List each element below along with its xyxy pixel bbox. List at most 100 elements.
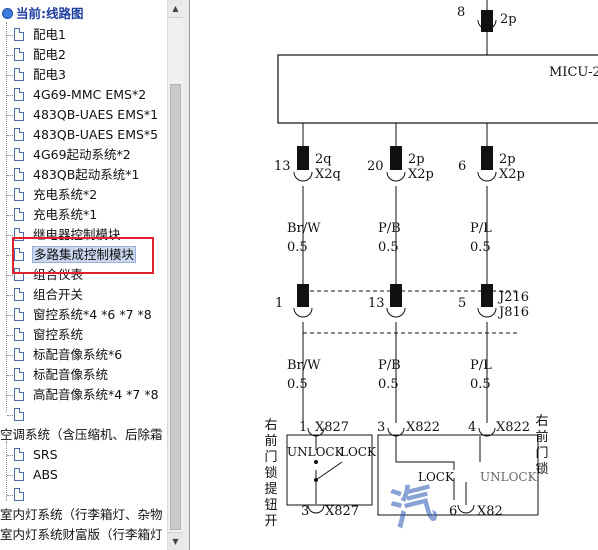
document-icon bbox=[14, 208, 24, 221]
tree-group[interactable]: 室内灯系统（行李箱灯、杂物 bbox=[0, 505, 163, 525]
switch-pin: 1 bbox=[299, 420, 308, 435]
scroll-thumb[interactable] bbox=[170, 84, 181, 530]
tree-group-label: 室内灯系统财富版（行李箱灯 bbox=[0, 527, 163, 542]
wire-color: Br/W bbox=[287, 358, 321, 373]
document-icon bbox=[14, 388, 24, 401]
junction-pin: 13 bbox=[368, 296, 385, 311]
top-pin-number: 8 bbox=[457, 5, 466, 20]
wire-color: Br/W bbox=[287, 221, 321, 236]
tree-item[interactable]: 窗控系统 bbox=[14, 325, 83, 345]
switch-conn: X822 bbox=[496, 420, 531, 435]
tree-item[interactable]: 高配音像系统*4 *7 *8 bbox=[14, 385, 159, 405]
document-icon bbox=[14, 368, 24, 381]
switch-conn: X822 bbox=[406, 420, 441, 435]
tree-item-label: 配电2 bbox=[33, 47, 66, 62]
tree-item[interactable]: 充电系统*1 bbox=[14, 205, 97, 225]
tree-item-label: 组合开关 bbox=[33, 287, 84, 302]
switch-bottom-conn: X827 bbox=[325, 504, 360, 519]
tree-item[interactable]: 483QB起动系统*1 bbox=[14, 165, 139, 185]
wire-gauge: 0.5 bbox=[378, 240, 399, 255]
junction-conn-b: J816 bbox=[499, 305, 530, 320]
pin-sub: X2p bbox=[408, 167, 434, 182]
right-switch-name: 右前门锁 bbox=[535, 414, 549, 477]
document-icon bbox=[14, 328, 24, 341]
document-icon bbox=[14, 88, 24, 101]
document-icon bbox=[14, 408, 24, 421]
tree-pane: 当前:线路图 配电1 配电2 配电3 4G69-MMC EMS*2 483QB-UAES… bbox=[0, 0, 167, 550]
tree-root[interactable]: 当前:线路图 bbox=[2, 4, 84, 24]
tree-item-label: 充电系统*1 bbox=[33, 207, 98, 222]
tree-item[interactable]: ABS bbox=[14, 465, 58, 485]
document-icon bbox=[14, 68, 24, 81]
junction-pin: 1 bbox=[275, 296, 284, 311]
document-icon bbox=[14, 308, 24, 321]
document-icon bbox=[14, 288, 24, 301]
tree-item-label: ABS bbox=[33, 467, 58, 482]
tree-item[interactable]: 组合开关 bbox=[14, 285, 83, 305]
document-icon bbox=[14, 488, 24, 501]
tree-item[interactable]: 配电3 bbox=[14, 65, 66, 85]
tree-item[interactable] bbox=[14, 485, 33, 505]
tree-item-label: 4G69起动系统*2 bbox=[33, 147, 131, 162]
document-icon bbox=[14, 28, 24, 41]
root-folder-icon bbox=[2, 8, 13, 19]
tree-item-label: 充电系统*2 bbox=[33, 187, 98, 202]
tree-item[interactable]: 配电2 bbox=[14, 45, 66, 65]
tree-line bbox=[6, 22, 7, 412]
unlock-label-right: UNLOCK bbox=[480, 470, 537, 484]
wire-color: P/B bbox=[378, 358, 401, 373]
tree-item-label: 标配音像系统*6 bbox=[33, 347, 123, 362]
tree-item[interactable]: 4G69起动系统*2 bbox=[14, 145, 131, 165]
junction-pin: 5 bbox=[458, 296, 467, 311]
switch-bottom-pin: 3 bbox=[301, 504, 310, 519]
tree-group-label: 空调系统（含压缩机、后除霜 bbox=[0, 427, 163, 442]
pin-sub: X2p bbox=[499, 167, 525, 182]
unlock-label: UNLOCK bbox=[287, 445, 344, 459]
tree-item[interactable]: 4G69-MMC EMS*2 bbox=[14, 85, 146, 105]
tree-item-label: 483QB起动系统*1 bbox=[33, 167, 140, 182]
document-icon bbox=[14, 348, 24, 361]
tree-item[interactable]: 窗控系统*4 *6 *7 *8 bbox=[14, 305, 152, 325]
tree-group[interactable]: 空调系统（含压缩机、后除霜 bbox=[0, 425, 163, 445]
switch-bottom-conn: X82 bbox=[477, 504, 503, 519]
tree-item[interactable]: 标配音像系统*6 bbox=[14, 345, 122, 365]
document-icon bbox=[14, 168, 24, 181]
tree-item[interactable] bbox=[14, 405, 33, 425]
document-icon bbox=[14, 48, 24, 61]
tree-item[interactable]: SRS bbox=[14, 445, 58, 465]
pin-number: 6 bbox=[458, 159, 467, 174]
wire-gauge: 0.5 bbox=[378, 377, 399, 392]
left-switch-name: 右前门锁提钮开 bbox=[264, 418, 278, 529]
scroll-down-arrow-icon[interactable]: ▼ bbox=[168, 532, 183, 550]
switch-conn: X827 bbox=[315, 420, 350, 435]
document-icon bbox=[14, 188, 24, 201]
document-icon bbox=[14, 468, 24, 481]
pin-number: 20 bbox=[367, 159, 384, 174]
wire-gauge: 0.5 bbox=[470, 240, 491, 255]
tree-item-label: 窗控系统*4 *6 *7 *8 bbox=[33, 307, 152, 322]
top-pin-conn: 2p bbox=[500, 12, 517, 27]
tree-item-label: 配电1 bbox=[33, 27, 66, 42]
junction-conn-a: J216 bbox=[499, 290, 530, 305]
document-icon bbox=[14, 108, 24, 121]
document-icon bbox=[14, 148, 24, 161]
tree-item-label: SRS bbox=[33, 447, 58, 462]
tree-item[interactable]: 483QB-UAES EMS*5 bbox=[14, 125, 158, 145]
tree-scrollbar[interactable]: ▲ ▼ bbox=[167, 0, 183, 550]
tree-item[interactable]: 483QB-UAES EMS*1 bbox=[14, 105, 158, 125]
pin-conn: 2q bbox=[315, 152, 332, 167]
tree-item-label: 配电3 bbox=[33, 67, 66, 82]
switch-bottom-pin: 6 bbox=[449, 504, 458, 519]
tree-item[interactable]: 标配音像系统 bbox=[14, 365, 108, 385]
tree-item-label: 4G69-MMC EMS*2 bbox=[33, 87, 147, 102]
document-icon bbox=[14, 448, 24, 461]
tree-item[interactable]: 配电1 bbox=[14, 25, 66, 45]
pin-sub: X2q bbox=[315, 167, 341, 182]
wire-gauge: 0.5 bbox=[287, 240, 308, 255]
switch-pin: 4 bbox=[468, 420, 477, 435]
tree-item-label: 483QB-UAES EMS*5 bbox=[33, 127, 159, 142]
tree-item[interactable]: 充电系统*2 bbox=[14, 185, 97, 205]
wire-color: P/L bbox=[470, 221, 492, 236]
scroll-up-arrow-icon[interactable]: ▲ bbox=[168, 0, 183, 18]
tree-group[interactable]: 室内灯系统财富版（行李箱灯 bbox=[0, 525, 163, 545]
